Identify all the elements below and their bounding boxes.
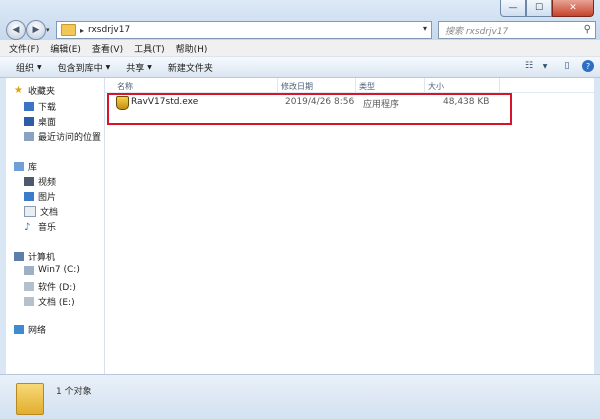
nav-desktop-label: 桌面 <box>38 118 57 128</box>
nav-libraries[interactable]: 库 <box>14 160 37 173</box>
back-button[interactable]: ◀ <box>6 20 26 40</box>
nav-item-documents[interactable]: 文档 <box>24 205 58 218</box>
column-size[interactable]: 大小 <box>428 81 444 92</box>
chevron-down-icon: ▼ <box>105 63 111 71</box>
nav-music-label: 音乐 <box>38 223 57 233</box>
highlight-box <box>107 93 512 125</box>
nav-videos-label: 视频 <box>38 178 57 188</box>
nav-network[interactable]: 网络 <box>14 323 46 336</box>
share-button[interactable]: 共享 ▼ <box>126 61 152 74</box>
network-icon <box>14 325 24 334</box>
star-icon: ★ <box>14 85 23 96</box>
nav-item-desktop[interactable]: 桌面 <box>24 115 56 128</box>
column-header-row: 名称 修改日期 类型 大小 <box>105 78 594 93</box>
help-icon[interactable]: ? <box>582 60 594 72</box>
nav-item-drive-c[interactable]: Win7 (C:) <box>24 265 80 275</box>
nav-item-videos[interactable]: 视频 <box>24 175 56 188</box>
address-dropdown-icon[interactable]: ▾ <box>423 24 427 33</box>
column-divider[interactable] <box>277 78 278 92</box>
forward-button[interactable]: ▶ <box>26 20 46 40</box>
title-bar: — ☐ ✕ ◀ ▶ ▾ ▸ rxsdrjv17 ▾ 搜索 rxsdrjv17 ⚲ <box>0 0 600 40</box>
nav-favorites-label: 收藏夹 <box>28 87 56 97</box>
video-icon <box>24 177 34 186</box>
nav-drive-c-label: Win7 (C:) <box>38 265 80 275</box>
nav-computer[interactable]: 计算机 <box>14 250 55 263</box>
folder-icon <box>16 383 44 415</box>
menu-view[interactable]: 查看(V) <box>92 42 123 55</box>
chevron-down-icon: ▼ <box>147 63 152 71</box>
nav-recent-label: 最近访问的位置 <box>38 133 102 143</box>
column-name[interactable]: 名称 <box>117 81 133 92</box>
include-in-library-button[interactable]: 包含到库中 ▼ <box>58 61 111 74</box>
column-divider[interactable] <box>355 78 356 92</box>
menu-edit[interactable]: 编辑(E) <box>50 42 81 55</box>
explorer-window: — ☐ ✕ ◀ ▶ ▾ ▸ rxsdrjv17 ▾ 搜索 rxsdrjv17 ⚲… <box>0 0 600 419</box>
column-type[interactable]: 类型 <box>359 81 375 92</box>
recent-pages-chevron-icon[interactable]: ▾ <box>46 26 50 34</box>
search-box[interactable]: 搜索 rxsdrjv17 ⚲ <box>438 21 596 39</box>
nav-drive-d-label: 软件 (D:) <box>38 283 76 293</box>
new-folder-button[interactable]: 新建文件夹 <box>168 61 213 74</box>
search-placeholder[interactable]: 搜索 rxsdrjv17 <box>445 24 508 37</box>
nav-downloads-label: 下载 <box>38 103 57 113</box>
nav-item-recent[interactable]: 最近访问的位置 <box>24 130 101 143</box>
library-icon <box>14 162 24 171</box>
desktop-icon <box>24 117 34 126</box>
nav-libraries-label: 库 <box>28 163 38 173</box>
nav-item-pictures[interactable]: 图片 <box>24 190 56 203</box>
view-controls: ☷ ▼ ▯ ? <box>514 60 594 72</box>
document-icon <box>24 206 36 217</box>
minimize-button[interactable]: — <box>500 0 526 17</box>
nav-network-label: 网络 <box>28 326 47 336</box>
download-icon <box>24 102 34 111</box>
organize-button[interactable]: 组织 ▼ <box>16 61 42 74</box>
recent-places-icon <box>24 132 34 141</box>
menu-help[interactable]: 帮助(H) <box>176 42 208 55</box>
nav-drive-e-label: 文档 (E:) <box>38 298 75 308</box>
folder-icon <box>61 24 76 36</box>
menu-file[interactable]: 文件(F) <box>9 42 39 55</box>
drive-icon <box>24 265 34 275</box>
view-options-icon[interactable]: ☷ <box>522 60 536 72</box>
chevron-down-icon: ▼ <box>37 63 42 71</box>
close-button[interactable]: ✕ <box>552 0 594 17</box>
item-count: 1 个对象 <box>56 387 92 397</box>
menu-bar: 文件(F) 编辑(E) 查看(V) 工具(T) 帮助(H) <box>0 40 600 57</box>
nav-documents-label: 文档 <box>40 208 59 218</box>
nav-favorites[interactable]: ★ 收藏夹 <box>14 84 55 97</box>
drive-icon <box>24 297 34 306</box>
maximize-button[interactable]: ☐ <box>526 0 552 17</box>
computer-icon <box>14 252 24 261</box>
address-bar[interactable]: ▸ rxsdrjv17 ▾ <box>56 21 432 39</box>
picture-icon <box>24 192 34 201</box>
preview-pane-icon[interactable]: ▯ <box>560 60 574 72</box>
share-label: 共享 <box>126 63 145 74</box>
details-pane: 1 个对象 <box>0 374 600 419</box>
view-dropdown-icon[interactable]: ▼ <box>538 60 552 72</box>
caption-buttons: — ☐ ✕ <box>500 0 594 17</box>
nav-item-drive-e[interactable]: 文档 (E:) <box>24 295 75 308</box>
search-icon[interactable]: ⚲ <box>584 24 591 35</box>
column-divider[interactable] <box>499 78 500 92</box>
menu-tools[interactable]: 工具(T) <box>134 42 165 55</box>
nav-item-music[interactable]: ♪ 音乐 <box>24 220 56 233</box>
navigation-pane: ★ 收藏夹 下载 桌面 最近访问的位置 库 视频 图片 文档 ♪ 音乐 计算机 … <box>6 78 105 374</box>
include-label: 包含到库中 <box>57 63 103 74</box>
nav-item-drive-d[interactable]: 软件 (D:) <box>24 280 76 293</box>
command-bar: 组织 ▼ 包含到库中 ▼ 共享 ▼ 新建文件夹 ☷ ▼ ▯ ? <box>0 57 600 78</box>
new-folder-label: 新建文件夹 <box>167 63 213 74</box>
music-icon: ♪ <box>24 222 31 233</box>
breadcrumb-arrow-icon[interactable]: ▸ <box>80 26 84 35</box>
address-path[interactable]: rxsdrjv17 <box>88 25 130 35</box>
organize-label: 组织 <box>16 63 35 74</box>
nav-pictures-label: 图片 <box>38 193 57 203</box>
column-divider[interactable] <box>424 78 425 92</box>
nav-item-downloads[interactable]: 下载 <box>24 100 56 113</box>
nav-computer-label: 计算机 <box>28 253 56 263</box>
column-date[interactable]: 修改日期 <box>281 81 313 92</box>
drive-icon <box>24 282 34 291</box>
